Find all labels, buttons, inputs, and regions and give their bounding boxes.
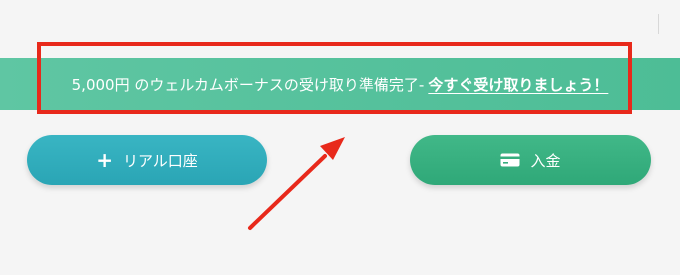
welcome-bonus-banner: 5,000円 のウェルカムボーナスの受け取り準備完了- 今すぐ受け取りましょう！ (0, 58, 680, 110)
deposit-label: 入金 (530, 151, 561, 170)
real-account-button[interactable]: + リアル口座 (27, 135, 267, 185)
deposit-button[interactable]: 入金 (410, 135, 651, 185)
top-divider (658, 14, 659, 34)
claim-bonus-link[interactable]: 今すぐ受け取りましょう！ (428, 74, 608, 95)
credit-card-icon (500, 153, 520, 167)
banner-message: 5,000円 のウェルカムボーナスの受け取り準備完了- (71, 75, 425, 94)
plus-icon: + (96, 148, 113, 172)
real-account-label: リアル口座 (122, 151, 198, 170)
